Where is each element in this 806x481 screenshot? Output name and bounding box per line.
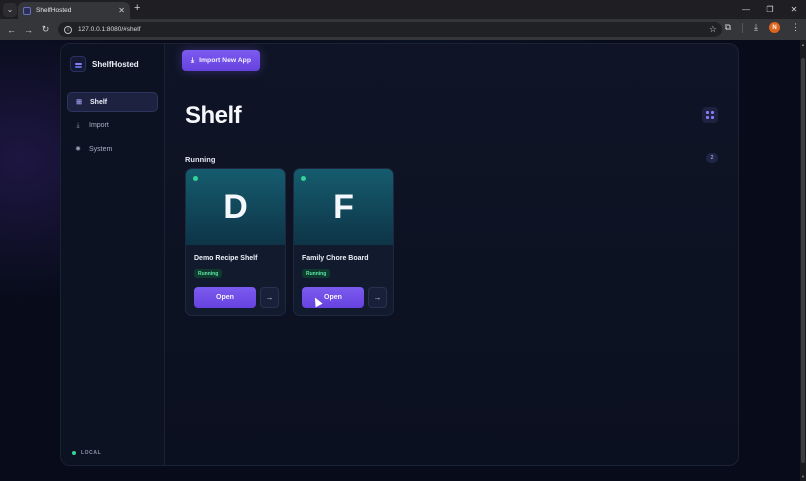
sidebar-nav: ⊞ Shelf ⤓ Import ✹ System (67, 92, 158, 163)
info-icon[interactable]: i (64, 25, 72, 34)
environment-indicator: LOCAL (72, 450, 101, 456)
main-content: ⤓ Import New App Shelf Running 2 D Demo … (165, 44, 738, 465)
download-icon: ⤓ (76, 121, 80, 129)
favicon-icon (23, 6, 31, 15)
browser-toolbar: ← → ↻ i 127.0.0.1:8080/#shelf ☆ ⧉ ⤓ N ⋮ (0, 19, 806, 40)
sidebar-item-import[interactable]: ⤓ Import (67, 116, 158, 136)
app-card-hero: D (186, 169, 285, 245)
sidebar-item-system[interactable]: ✹ System (67, 139, 158, 159)
scroll-down-icon[interactable]: ▼ (800, 474, 806, 479)
arrow-right-icon[interactable]: → (260, 287, 279, 308)
download-icon: ⤓ (191, 56, 195, 64)
app-initial: D (223, 187, 248, 226)
url-text[interactable]: 127.0.0.1:8080/#shelf (78, 26, 709, 33)
section-title: Running (185, 155, 216, 164)
toolbar-divider (742, 22, 744, 33)
grid-icon: ⊞ (76, 99, 82, 106)
minimize-icon[interactable]: — (734, 5, 758, 14)
app-shell: ShelfHosted ⊞ Shelf ⤓ Import ✹ System LO… (60, 43, 739, 466)
toolbar-actions: ⧉ ⤓ N ⋮ (725, 22, 800, 33)
tab-search-icon[interactable]: ⌄ (3, 2, 17, 17)
scrollbar-thumb[interactable] (801, 58, 805, 463)
status-badge: Running (302, 269, 331, 278)
app-card[interactable]: D Demo Recipe Shelf Running Open → (185, 168, 286, 316)
arrow-right-icon[interactable]: → (368, 287, 387, 308)
import-button-label: Import New App (199, 57, 251, 64)
new-tab-icon[interactable]: + (134, 3, 140, 14)
grid-view-toggle[interactable] (702, 107, 718, 123)
browser-tab-bar: ⌄ ShelfHosted ✕ + — ❐ ✕ (0, 0, 806, 19)
app-name: Family Chore Board (302, 255, 369, 262)
brand[interactable]: ShelfHosted (70, 56, 139, 72)
app-name: Demo Recipe Shelf (194, 255, 258, 262)
gear-icon: ✹ (75, 146, 81, 153)
environment-label: LOCAL (81, 450, 102, 456)
app-card-hero: F (294, 169, 393, 245)
status-dot-icon (193, 176, 198, 181)
status-dot-icon (72, 451, 76, 455)
reload-icon[interactable]: ↻ (37, 24, 54, 35)
close-window-icon[interactable]: ✕ (782, 5, 806, 14)
download-icon[interactable]: ⤓ (754, 22, 758, 33)
status-badge: Running (194, 269, 223, 278)
import-new-app-button[interactable]: ⤓ Import New App (182, 50, 260, 71)
sidebar-item-shelf[interactable]: ⊞ Shelf (67, 92, 158, 112)
extensions-icon[interactable]: ⧉ (725, 22, 731, 33)
tab-close-icon[interactable]: ✕ (118, 6, 125, 15)
sidebar-item-label: System (89, 145, 113, 153)
page-viewport: ShelfHosted ⊞ Shelf ⤓ Import ✹ System LO… (0, 40, 800, 481)
brand-name: ShelfHosted (92, 59, 139, 69)
browser-tab[interactable]: ShelfHosted ✕ (18, 2, 130, 19)
back-icon[interactable]: ← (3, 25, 20, 35)
sidebar-item-label: Import (89, 122, 109, 129)
sidebar-item-label: Shelf (90, 98, 108, 106)
page-title: Shelf (185, 102, 242, 129)
window-controls: — ❐ ✕ (734, 0, 806, 19)
app-initial: F (333, 187, 354, 226)
app-card[interactable]: F Family Chore Board Running Open → (293, 168, 394, 316)
address-bar[interactable]: i 127.0.0.1:8080/#shelf ☆ (58, 22, 722, 37)
grid-icon (706, 111, 714, 119)
profile-avatar[interactable]: N (769, 22, 780, 33)
tab-title: ShelfHosted (36, 7, 72, 14)
status-dot-icon (301, 176, 306, 181)
open-app-button[interactable]: Open (194, 287, 256, 308)
restore-icon[interactable]: ❐ (758, 5, 782, 14)
brand-logo-icon (70, 56, 86, 72)
page-scrollbar[interactable]: ▲ ▼ (800, 40, 806, 481)
star-icon[interactable]: ☆ (709, 24, 717, 35)
sidebar: ShelfHosted ⊞ Shelf ⤓ Import ✹ System LO… (61, 44, 165, 465)
menu-icon[interactable]: ⋮ (791, 22, 800, 33)
scroll-up-icon[interactable]: ▲ (800, 42, 806, 47)
forward-icon[interactable]: → (20, 25, 37, 35)
open-app-button[interactable]: Open (302, 287, 364, 308)
count-badge: 2 (706, 153, 718, 163)
